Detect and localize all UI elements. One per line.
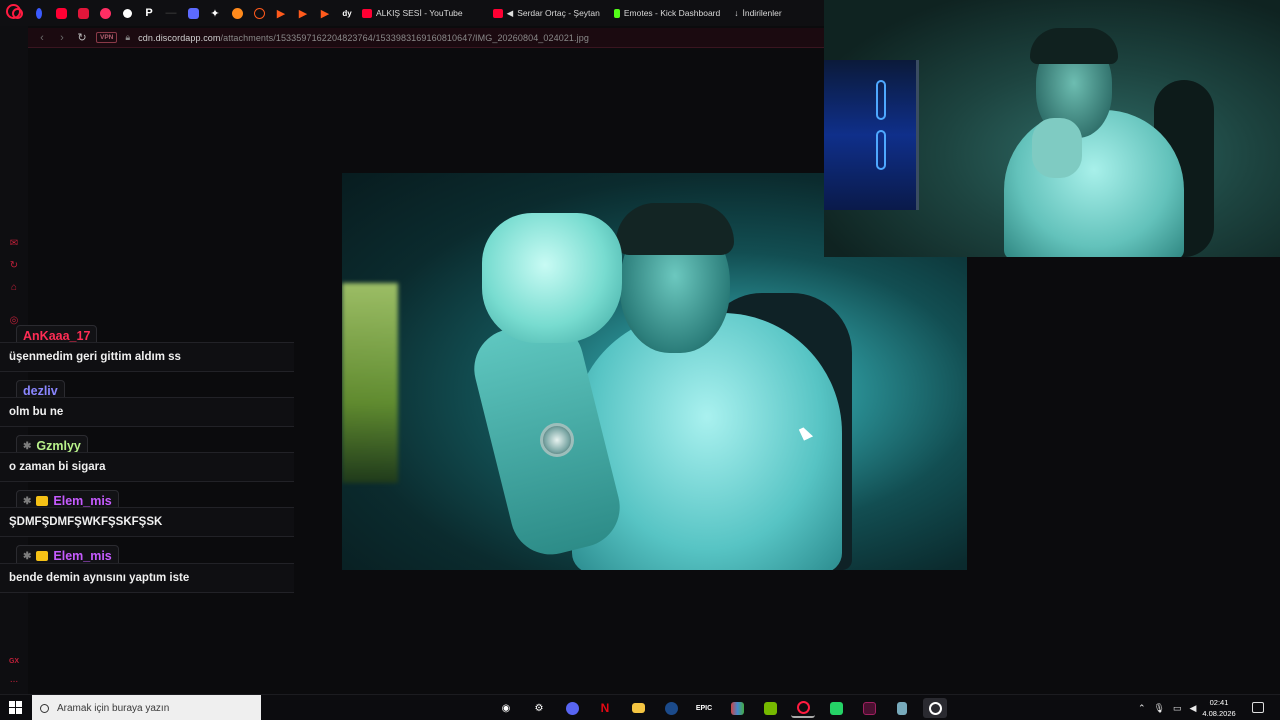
- mail-icon[interactable]: ✉: [7, 238, 21, 250]
- system-tray: ⌃ 🎙︎ ▭ ◀︎: [1138, 695, 1196, 720]
- microphone-icon[interactable]: 🎙︎: [1154, 703, 1165, 714]
- bookmark-kick-emotes[interactable]: Emotes - Kick Dashboard: [610, 8, 730, 18]
- back-button[interactable]: ‹: [36, 32, 48, 44]
- settings-icon[interactable]: ⚙: [527, 698, 551, 718]
- refresh-icon[interactable]: ↻: [7, 260, 21, 272]
- epic-games-icon[interactable]: EPIC: [692, 698, 716, 718]
- netflix-icon[interactable]: N: [593, 698, 617, 718]
- divider-icon: —: [165, 7, 177, 19]
- p-icon[interactable]: P: [138, 2, 160, 24]
- chat-text: üşenmedim geri gittim aldım ss: [0, 342, 294, 372]
- volume-icon[interactable]: ◀︎: [1190, 703, 1197, 714]
- windows-taskbar: Aramak için buraya yazın ◉ ⚙ N EPIC ⌃ 🎙︎…: [0, 694, 1280, 720]
- clock-time: 02:41: [1209, 698, 1229, 707]
- forward-button[interactable]: ›: [56, 32, 68, 44]
- bookmark-app-icon[interactable]: dy: [336, 2, 358, 24]
- address-bar: ‹ › ↻ VPN 🔒︎ cdn.discordapp.com/attachme…: [28, 28, 824, 48]
- taskbar-apps: ◉ ⚙ N EPIC: [494, 698, 947, 718]
- bookmarks-bar: P — ✦ ▶ ▶ ▶ dy ALKIŞ SESİ - YouTube ◀ Ser…: [0, 0, 824, 26]
- url-field[interactable]: cdn.discordapp.com/attachments/153359716…: [138, 33, 589, 43]
- webcam-overlay: [824, 0, 1280, 257]
- discord-icon[interactable]: [560, 698, 584, 718]
- notification-icon[interactable]: [1252, 702, 1264, 713]
- bookmark-app-icon[interactable]: [94, 2, 116, 24]
- url-domain: cdn.discordapp.com: [138, 32, 221, 43]
- reload-button[interactable]: ↻: [76, 31, 88, 44]
- vegas-icon[interactable]: [857, 698, 881, 718]
- chevron-up-icon[interactable]: ⌃: [1138, 703, 1146, 714]
- network-icon[interactable]: ▭: [1173, 703, 1182, 714]
- windows-start-icon[interactable]: [9, 701, 22, 714]
- chat-text: olm bu ne: [0, 397, 294, 427]
- bookmark-downloads[interactable]: ↓ İndirilenler: [730, 8, 791, 18]
- steelseries-icon[interactable]: ◉: [494, 698, 518, 718]
- crown-badge-icon: [36, 551, 49, 561]
- more-icon[interactable]: ...: [7, 674, 21, 686]
- pc-case: [824, 60, 919, 210]
- person-hair: [616, 203, 734, 255]
- star-badge-icon: ✱: [23, 440, 32, 452]
- nvidia-icon[interactable]: [758, 698, 782, 718]
- taskbar-clock[interactable]: 02:41 4.08.2026: [1200, 697, 1238, 719]
- winrar-icon[interactable]: [725, 698, 749, 718]
- github-icon[interactable]: [116, 2, 138, 24]
- star-badge-icon: ✱: [23, 550, 32, 562]
- url-path: /attachments/1533597162204823764/1533983…: [220, 32, 589, 43]
- bookmark-serdar-ortac[interactable]: ◀ Serdar Ortaç - Şeytan: [473, 8, 610, 19]
- bag-icon[interactable]: ⌂: [7, 282, 21, 294]
- bookmark-alkis-sesi[interactable]: ALKIŞ SESİ - YouTube: [358, 8, 473, 18]
- rgb-light: [342, 283, 398, 483]
- chat-overlay: AnKaaa_17 üşenmedim geri gittim aldım ss…: [0, 0, 294, 720]
- steam-icon[interactable]: [659, 698, 683, 718]
- bookmark-app-icon[interactable]: [72, 2, 94, 24]
- kick-icon: [613, 8, 620, 18]
- chat-text: bende demin aynısını yaptım iste: [0, 563, 294, 593]
- bookmark-app-icon[interactable]: [182, 2, 204, 24]
- vpn-badge[interactable]: VPN: [96, 32, 118, 43]
- clock-date: 4.08.2026: [1202, 709, 1236, 718]
- taskbar-search[interactable]: Aramak için buraya yazın: [32, 695, 261, 720]
- youtube-icon: [362, 8, 372, 18]
- file-explorer-icon[interactable]: [626, 698, 650, 718]
- webcam-person-hand: [1032, 118, 1082, 178]
- chat-text: ŞDMFŞDMFŞWKFŞSKFŞSK: [0, 507, 294, 537]
- whatsapp-icon[interactable]: [824, 698, 848, 718]
- person-body: [572, 313, 842, 570]
- download-icon: ↓: [734, 8, 739, 18]
- obs-icon[interactable]: [923, 698, 947, 718]
- wristwatch: [540, 423, 574, 457]
- crown-badge-icon: [36, 496, 49, 506]
- gx-icon[interactable]: GX: [7, 656, 21, 668]
- desktop-screen: { "browser": { "bookmarks": [ {"icon": "…: [0, 0, 1280, 720]
- lock-icon: 🔒︎: [125, 32, 131, 42]
- person-fist: [482, 213, 622, 343]
- youtube-icon[interactable]: [50, 2, 72, 24]
- search-placeholder: Aramak için buraya yazın: [57, 702, 170, 714]
- speaker-icon: ◀: [506, 7, 514, 18]
- bookmark-app-icon[interactable]: ▶: [292, 2, 314, 24]
- bookmark-app-icon[interactable]: [226, 2, 248, 24]
- bookmark-app-icon[interactable]: [248, 2, 270, 24]
- youtube-icon: [492, 8, 503, 18]
- notepad-icon[interactable]: [890, 698, 914, 718]
- bookmark-app-icon[interactable]: ▶: [270, 2, 292, 24]
- opera-gx-icon[interactable]: [791, 698, 815, 718]
- chat-text: o zaman bi sigara: [0, 452, 294, 482]
- bookmark-app-icon[interactable]: ✦: [204, 2, 226, 24]
- crypto-icon[interactable]: [28, 2, 50, 24]
- bookmark-app-icon[interactable]: ▶: [314, 2, 336, 24]
- star-badge-icon: ✱: [23, 495, 32, 507]
- search-icon: [40, 703, 49, 713]
- opera-logo-icon[interactable]: [6, 4, 21, 19]
- webcam-person-hair: [1030, 28, 1118, 64]
